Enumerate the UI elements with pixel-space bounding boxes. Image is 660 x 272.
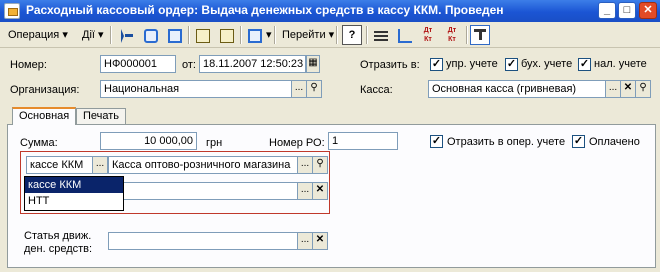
toolbar-separator [110,26,112,44]
goto-menu[interactable]: Перейти ▾ [280,26,336,44]
toolbar-separator [188,26,190,44]
movement-clear-icon[interactable]: ✕ [312,232,328,250]
dropdown-option-ntt[interactable]: НТТ [25,193,123,209]
structure-icon[interactable] [394,25,414,45]
organization-open-icon[interactable]: ⚲ [306,80,322,98]
second-register-clear-icon[interactable]: ✕ [312,182,328,200]
calendar-icon[interactable]: ▦ [306,55,320,73]
based-on-icon[interactable] [244,25,264,45]
goto-menu-label: Перейти [282,29,326,41]
help-icon[interactable]: ? [342,25,362,45]
maximize-button[interactable]: □ [618,2,636,19]
reflect-oper-label: Отразить в опер. учете [447,136,566,148]
tax-accounting-label: нал. учете [594,58,647,70]
close-button[interactable]: ✕ [639,2,657,19]
swap-icon[interactable] [164,25,184,45]
organization-label: Организация: [10,84,80,96]
cash-select-button[interactable]: ... [605,80,621,98]
cash-field[interactable]: Основная касса (гривневая) [428,80,606,98]
register-select-button[interactable]: ... [297,156,313,174]
recipient-type-field[interactable]: кассе ККМ [26,156,93,174]
mgmt-accounting-checkbox[interactable]: ✓ [430,58,443,71]
operation-menu-label: Операция [8,29,60,41]
po-number-field[interactable]: 1 [328,132,398,150]
toolbar-separator [240,26,242,44]
actions-menu-label: Дії [82,29,95,41]
dropdown-option-kkm[interactable]: кассе ККМ [25,177,123,193]
back-icon[interactable] [116,25,136,45]
second-register-field[interactable] [108,182,298,200]
accounting-checkbox[interactable]: ✓ [505,58,518,71]
cash-label: Касса: [360,84,393,96]
mgmt-accounting-label: упр. учете [446,58,498,70]
refresh-icon[interactable] [140,25,160,45]
sum-field[interactable]: 10 000,00 [100,132,197,150]
number-label: Номер: [10,59,47,71]
tax-accounting-checkbox[interactable]: ✓ [578,58,591,71]
operation-menu[interactable]: Операция ▾ [6,26,70,44]
recipient-type-select-button[interactable]: ... [92,156,108,174]
currency-label: грн [206,137,223,149]
pin-icon[interactable] [470,25,490,45]
toolbar-separator [336,26,338,44]
organization-select-button[interactable]: ... [291,80,307,98]
reflect-oper-checkbox[interactable]: ✓ [430,135,443,148]
list-icon[interactable] [370,25,390,45]
cash-open-icon[interactable]: ⚲ [635,80,651,98]
actions-menu[interactable]: Дії ▾ [80,26,106,44]
reflect-in-label: Отразить в: [360,59,420,71]
recipient-type-dropdown[interactable]: кассе ККМ НТТ [24,176,124,211]
toolbar-separator [466,26,468,44]
window-title-bar[interactable]: Расходный кассовый ордер: Выдача денежны… [0,0,660,22]
tab-main[interactable]: Основная [12,107,77,125]
document-icon [4,3,20,19]
register-open-icon[interactable]: ⚲ [312,156,328,174]
second-register-select-button[interactable]: ... [297,182,313,200]
minimize-button[interactable]: _ [598,2,616,19]
post-document-icon[interactable] [192,25,212,45]
sum-label: Сумма: [20,137,58,149]
accounting-label: бух. учете [521,58,573,70]
movement-label-line2: ден. средств: [24,243,93,255]
toolbar-separator [366,26,368,44]
number-field[interactable]: НФ000001 [100,55,176,73]
unpost-document-icon[interactable] [216,25,236,45]
dt-kt-tax-icon[interactable]: Дт Кт [442,25,462,45]
based-on-dropdown[interactable]: ▾ [264,26,274,44]
tab-print[interactable]: Печать [76,108,127,125]
date-label: от: [182,59,196,71]
paid-checkbox[interactable]: ✓ [572,135,585,148]
date-field[interactable]: 18.11.2007 12:50:23 [199,55,306,73]
register-field[interactable]: Касса оптово-розничного магазина [108,156,298,174]
organization-field[interactable]: Национальная [100,80,292,98]
toolbar-separator [274,26,276,44]
paid-label: Оплачено [589,136,640,148]
dt-kt-icon[interactable]: Дт Кт [418,25,438,45]
window-title: Расходный кассовый ордер: Выдача денежны… [26,3,504,17]
toolbar: Операция ▾ Дії ▾ ▾ Перейти ▾ ? Дт Кт Дт … [0,22,660,48]
movement-field[interactable] [108,232,298,250]
movement-select-button[interactable]: ... [297,232,313,250]
po-number-label: Номер РО: [269,137,325,149]
cash-clear-icon[interactable]: ✕ [620,80,636,98]
